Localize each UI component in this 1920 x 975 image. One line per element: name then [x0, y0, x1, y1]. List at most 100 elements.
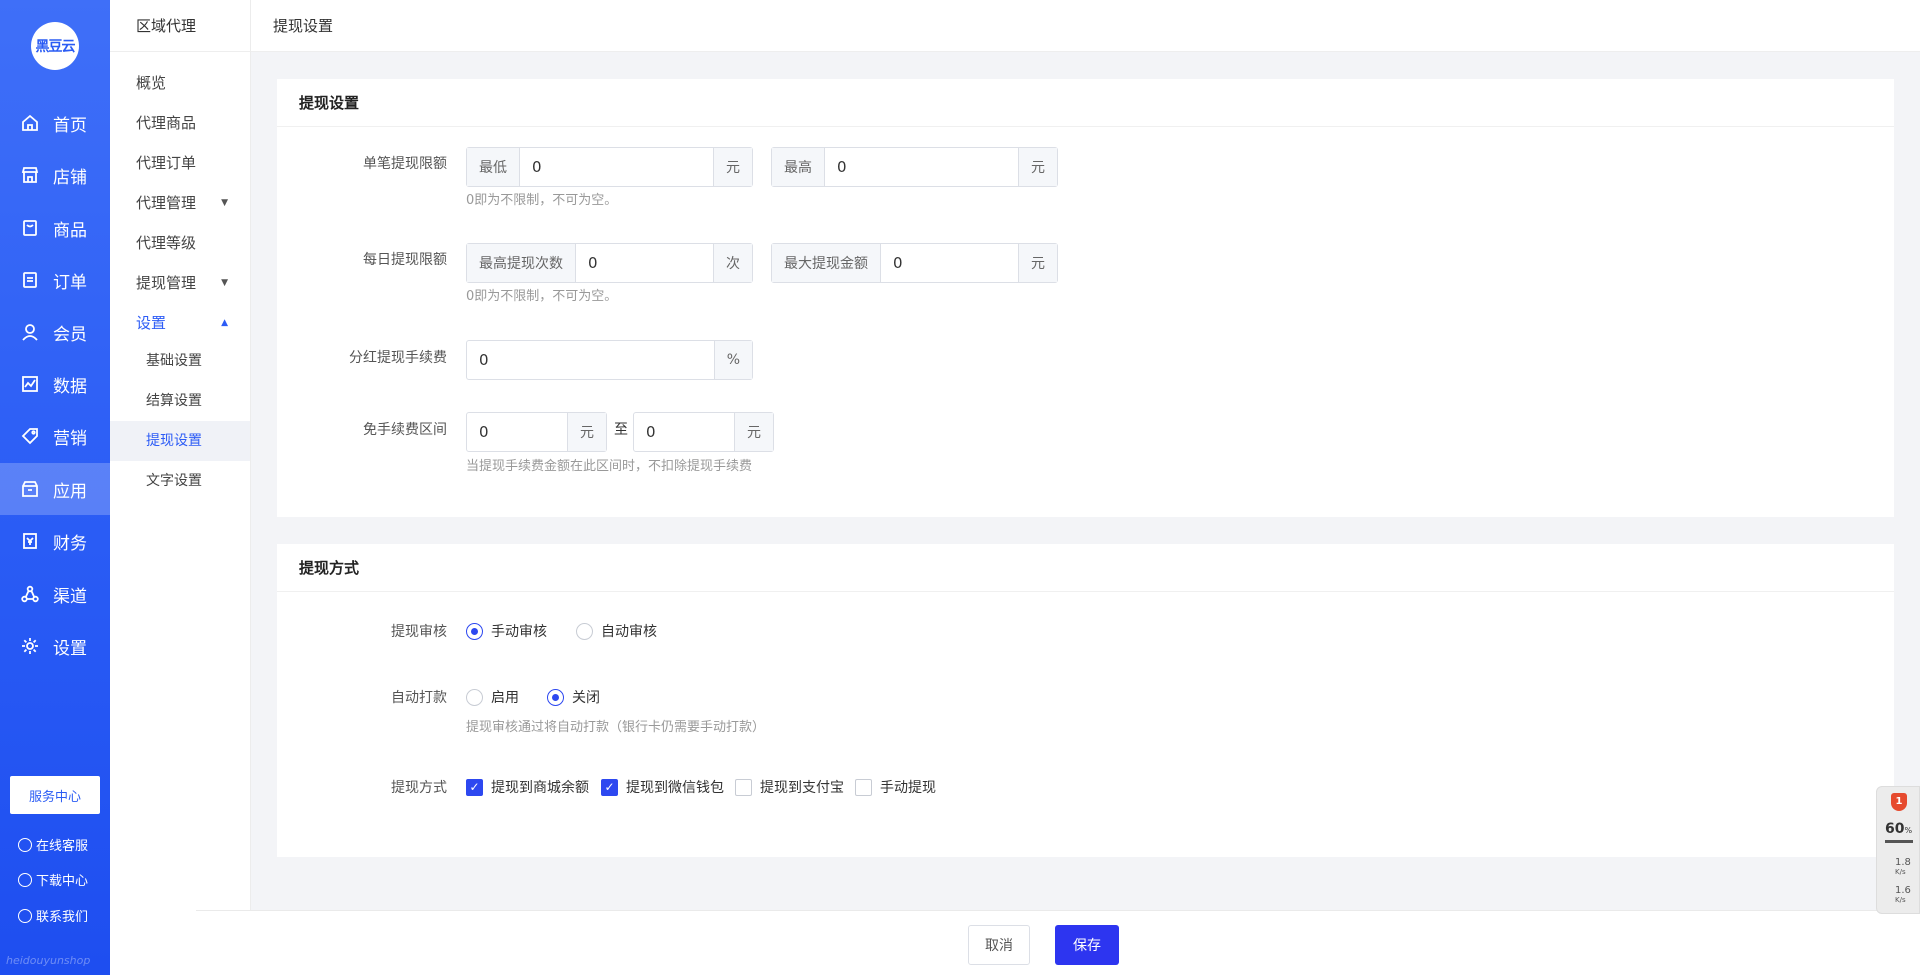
radio-dot — [547, 688, 564, 706]
nav-item-member[interactable]: 会员 — [0, 306, 110, 358]
service-center-button[interactable]: 服务中心 — [10, 776, 100, 814]
download-speed-unit: K/s — [1895, 896, 1906, 904]
daily-count-input[interactable] — [576, 244, 713, 282]
subnav-item-agent-manage[interactable]: 代理管理 ▼ — [110, 183, 250, 223]
fee-input[interactable] — [467, 341, 714, 379]
free-to-input[interactable] — [634, 413, 734, 451]
fee-unit: % — [713, 341, 752, 379]
nav-item-label: 财务 — [53, 533, 87, 554]
free-from-unit: 元 — [567, 413, 606, 451]
tag-icon — [19, 425, 41, 447]
subnav-item-agent-level[interactable]: 代理等级 — [110, 223, 250, 263]
method-wechat-checkbox[interactable]: ✓ 提现到微信钱包 — [601, 777, 724, 797]
radio-dot — [466, 688, 483, 706]
nav-item-label: 订单 — [53, 272, 87, 293]
checkbox-box — [855, 778, 872, 796]
free-range-hint: 当提现手续费金额在此区间时，不扣除提现手续费 — [466, 459, 753, 474]
nav-item-order[interactable]: 订单 — [0, 254, 110, 306]
contact-us-link[interactable]: 联系我们 — [18, 906, 88, 925]
sub-sidebar: 区域代理 概览 代理商品 代理订单 代理管理 ▼ 代理等级 提现管理 ▼ 设置 ▲ 基… — [110, 0, 251, 975]
method-manual-checkbox[interactable]: 手动提现 — [855, 777, 936, 797]
single-min-input[interactable] — [520, 148, 713, 186]
methods-label: 提现方式 — [391, 780, 447, 796]
nav-item-home[interactable]: 首页 — [0, 97, 110, 149]
footer-bar: 取消 保存 — [196, 910, 1920, 975]
upload-speed: 1.8 — [1895, 857, 1911, 868]
auto-pay-hint: 提现审核通过将自动打款（银行卡仍需要手动打款） — [466, 720, 766, 735]
download-center-link[interactable]: 下载中心 — [18, 870, 88, 889]
download-icon — [18, 872, 32, 887]
nav-item-marketing[interactable]: 营销 — [0, 410, 110, 462]
nav-item-label: 营销 — [53, 428, 87, 449]
check-icon: ✓ — [466, 778, 483, 796]
app-icon — [19, 478, 41, 500]
single-min-prefix: 最低 — [467, 148, 520, 186]
auto-pay-disable-radio[interactable]: 关闭 — [547, 687, 600, 707]
subnav-child-text[interactable]: 文字设置 — [110, 461, 250, 501]
nav-item-label: 会员 — [53, 324, 87, 345]
subnav-item-agent-goods[interactable]: 代理商品 — [110, 103, 250, 143]
nav-item-store[interactable]: 店铺 — [0, 149, 110, 201]
system-monitor-widget[interactable]: 1 60% 1.8 K/s 1.6 K/s — [1876, 786, 1920, 914]
save-button[interactable]: 保存 — [1055, 925, 1119, 965]
method-balance-checkbox[interactable]: ✓ 提现到商城余额 — [466, 777, 589, 797]
nav-item-finance[interactable]: 财务 — [0, 515, 110, 567]
card-title: 提现设置 — [277, 79, 1894, 127]
single-min-unit: 元 — [713, 148, 752, 186]
channel-icon — [19, 583, 41, 605]
nav-item-label: 数据 — [53, 376, 87, 397]
subnav-item-withdraw-manage[interactable]: 提现管理 ▼ — [110, 263, 250, 303]
daily-amount-input[interactable] — [881, 244, 1018, 282]
logo[interactable]: 黑豆云 — [31, 22, 79, 70]
nav-item-label: 首页 — [53, 115, 87, 136]
online-service-link[interactable]: 在线客服 — [18, 835, 88, 854]
subnav-child-withdraw[interactable]: 提现设置 — [110, 421, 250, 461]
auto-pay-label: 自动打款 — [391, 690, 447, 706]
method-alipay-checkbox[interactable]: 提现到支付宝 — [735, 777, 844, 797]
store-icon — [19, 164, 41, 186]
audit-manual-radio[interactable]: 手动审核 — [466, 621, 547, 641]
checkbox-box — [735, 778, 752, 796]
nav-item-goods[interactable]: 商品 — [0, 202, 110, 254]
caret-up-icon: ▲ — [221, 318, 228, 328]
nav-item-channel[interactable]: 渠道 — [0, 568, 110, 620]
single-max-group: 最高 元 — [771, 147, 1058, 187]
subnav-title: 区域代理 — [110, 0, 250, 52]
subnav-item-settings[interactable]: 设置 ▲ — [110, 303, 250, 343]
usage-bar — [1885, 840, 1913, 843]
subnav-item-overview[interactable]: 概览 — [110, 63, 250, 103]
cpu-percent: 60% — [1885, 821, 1913, 837]
gear-icon — [19, 635, 41, 657]
free-from-input[interactable] — [467, 413, 567, 451]
daily-amount-prefix: 最大提现金额 — [772, 244, 881, 282]
single-max-input[interactable] — [825, 148, 1018, 186]
download-speed: 1.6 — [1895, 885, 1911, 896]
single-min-group: 最低 元 — [466, 147, 753, 187]
withdraw-settings-card: 提现设置 单笔提现限额 最低 元 最高 元 0即为不限制，不可为空。 每日提现限… — [277, 79, 1894, 517]
nav-item-settings[interactable]: 设置 — [0, 620, 110, 672]
withdraw-methods-card: 提现方式 提现审核 手动审核 自动审核 自动打款 启用 关闭 提现审核通过将自动… — [277, 544, 1894, 857]
subnav-child-basic[interactable]: 基础设置 — [110, 341, 250, 381]
radio-dot — [576, 622, 593, 640]
nav-item-label: 渠道 — [53, 586, 87, 607]
home-icon — [19, 112, 41, 134]
subnav-child-settlement[interactable]: 结算设置 — [110, 381, 250, 421]
card-title: 提现方式 — [277, 544, 1894, 592]
audit-label: 提现审核 — [391, 624, 447, 640]
daily-count-group: 最高提现次数 次 — [466, 243, 753, 283]
chart-icon — [19, 373, 41, 395]
message-icon — [18, 908, 32, 923]
nav-item-app[interactable]: 应用 — [0, 463, 110, 515]
nav-item-label: 应用 — [53, 481, 87, 502]
breadcrumb: 提现设置 — [251, 0, 1920, 52]
audit-auto-radio[interactable]: 自动审核 — [576, 621, 657, 641]
cancel-button[interactable]: 取消 — [968, 925, 1030, 965]
auto-pay-enable-radio[interactable]: 启用 — [466, 687, 519, 707]
fee-group: % — [466, 340, 753, 380]
goods-icon — [19, 217, 41, 239]
subnav-item-agent-orders[interactable]: 代理订单 — [110, 143, 250, 183]
range-separator: 至 — [614, 422, 628, 438]
daily-limit-hint: 0即为不限制，不可为空。 — [466, 289, 618, 304]
nav-item-data[interactable]: 数据 — [0, 358, 110, 410]
free-to-unit: 元 — [734, 413, 773, 451]
